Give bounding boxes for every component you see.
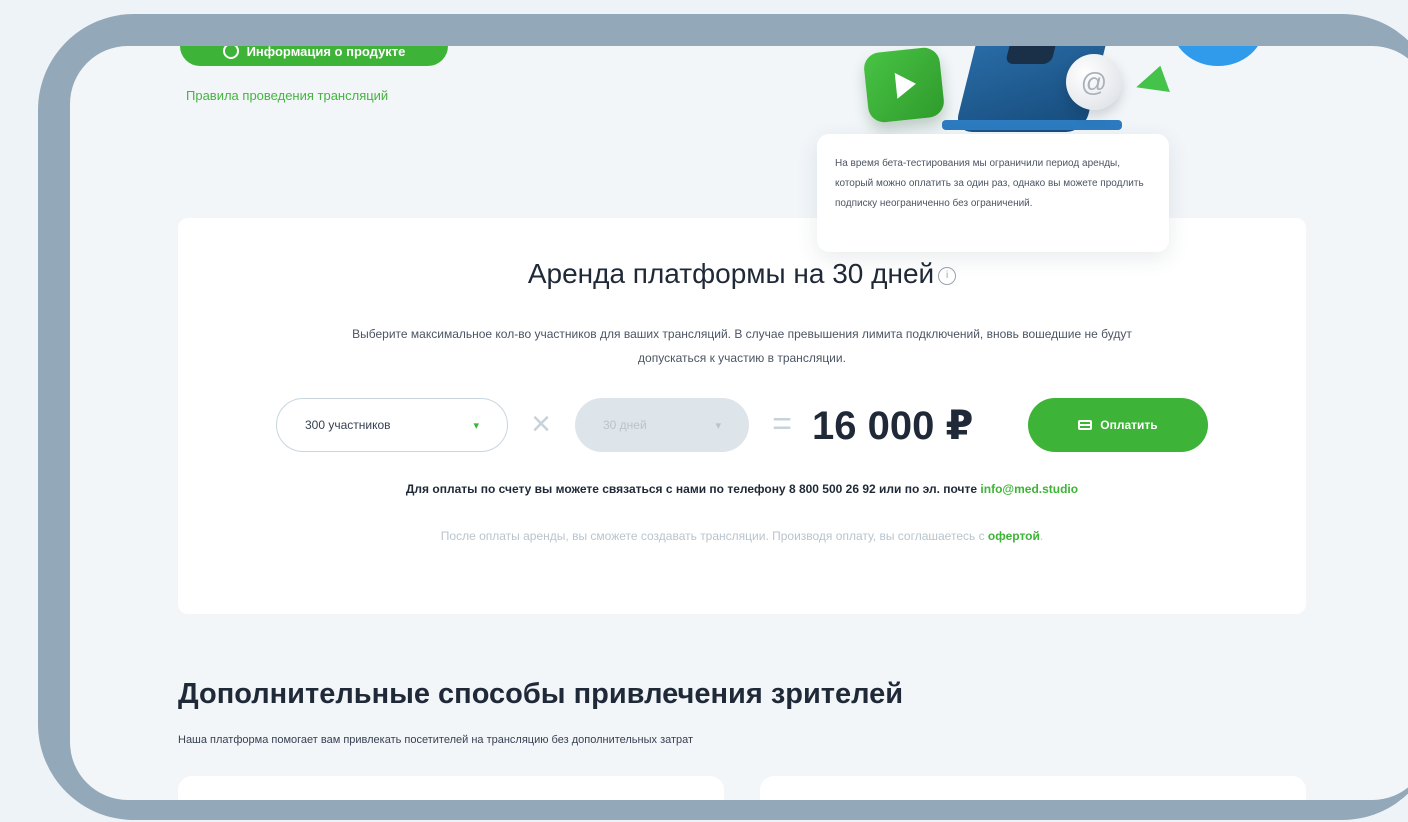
after-pay-text: После оплаты аренды, вы сможете создават…	[440, 529, 988, 543]
feature-card[interactable]	[178, 776, 724, 800]
days-select: 30 дней ▾	[575, 398, 749, 452]
participants-select[interactable]: 300 участников ▾	[276, 398, 508, 452]
rental-title: Аренда платформы на 30 дней i	[178, 258, 1306, 290]
broadcast-rules-link[interactable]: Правила проведения трансляций	[186, 88, 388, 103]
beta-limit-tooltip: На время бета-тестирования мы ограничили…	[817, 134, 1169, 252]
rental-price: 16 000 ₽	[812, 404, 974, 448]
contact-email-link[interactable]: info@med.studio	[980, 482, 1078, 496]
chevron-down-icon: ▾	[715, 419, 721, 432]
invoice-contact-text: Для оплаты по счету вы можете связаться …	[178, 482, 1306, 496]
rental-description: Выберите максимальное кол-во участников …	[352, 327, 1132, 365]
info-hover-icon[interactable]: i	[938, 266, 957, 285]
after-payment-note: После оплаты аренды, вы сможете создават…	[342, 524, 1142, 548]
credit-card-icon	[1078, 420, 1093, 430]
info-circle-icon	[222, 46, 239, 59]
paper-plane-icon	[1132, 65, 1170, 103]
offer-link[interactable]: офертой	[988, 529, 1040, 543]
feature-card[interactable]	[760, 776, 1306, 800]
product-info-button[interactable]: Информация о продукте	[180, 46, 448, 66]
tooltip-text: На время бета-тестирования мы ограничили…	[835, 158, 1144, 209]
play-icon	[862, 46, 946, 124]
section-title: Дополнительные способы привлечения зрите…	[178, 678, 904, 710]
section-subtitle: Наша платформа помогает вам привлекать п…	[178, 734, 694, 746]
at-sign-icon: @	[1066, 54, 1122, 110]
device-frame: Информация о продукте Правила проведения…	[38, 14, 1408, 820]
pay-button[interactable]: Оплатить	[1028, 398, 1208, 452]
rental-title-text: Аренда платформы на 30 дней	[527, 258, 935, 289]
rental-card: Аренда платформы на 30 дней i Выберите ма…	[178, 218, 1306, 614]
chevron-down-icon: ▾	[473, 419, 479, 432]
after-pay-end: .	[1039, 529, 1044, 543]
pay-button-label: Оплатить	[1100, 418, 1158, 432]
multiply-icon: ×	[531, 405, 551, 443]
days-select-value: 30 дней	[603, 418, 647, 432]
page-screen: Информация о продукте Правила проведения…	[70, 46, 1408, 800]
stand-base-illustration	[942, 120, 1122, 130]
equals-icon: =	[772, 405, 792, 443]
blue-circle-decoration	[1172, 46, 1264, 66]
product-info-button-label: Информация о продукте	[246, 46, 406, 59]
participants-select-value: 300 участников	[305, 418, 391, 432]
contact-text: Для оплаты по счету вы можете связаться …	[405, 482, 981, 496]
